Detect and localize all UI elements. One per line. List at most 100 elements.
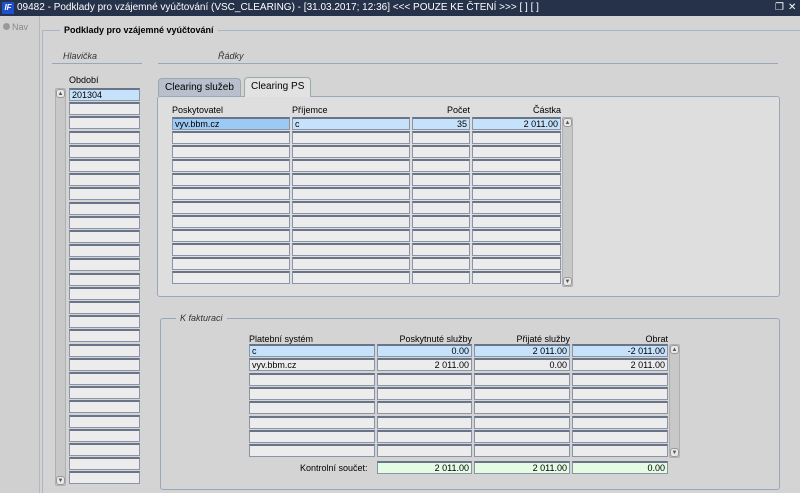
nav-radio-icon[interactable] [3, 23, 10, 30]
cell-payment-system[interactable]: vyv.bbm.cz [249, 358, 375, 372]
cell-recipient[interactable] [292, 131, 410, 144]
cell-provider[interactable] [172, 271, 290, 284]
cell-count[interactable] [412, 187, 470, 200]
cell-count[interactable] [412, 201, 470, 214]
cell-payment-system[interactable] [249, 415, 375, 429]
period-field[interactable] [69, 102, 140, 116]
cell-provided[interactable]: 2 011.00 [377, 358, 472, 372]
cell-count[interactable] [412, 271, 470, 284]
cell-turnover[interactable]: 2 011.00 [572, 358, 668, 372]
cell-amount[interactable] [472, 159, 561, 172]
cell-amount[interactable] [472, 229, 561, 242]
rows-scrollbar[interactable]: ▲ ▼ [562, 117, 573, 287]
cell-turnover[interactable] [572, 372, 668, 386]
nav-panel[interactable]: Nav [0, 16, 40, 493]
cell-provider[interactable] [172, 215, 290, 228]
period-field[interactable] [69, 201, 140, 215]
period-field[interactable] [69, 301, 140, 314]
scroll-up-icon[interactable]: ▲ [670, 345, 679, 354]
period-field[interactable]: 201304 [69, 88, 140, 101]
cell-count[interactable] [412, 173, 470, 186]
cell-turnover[interactable] [572, 401, 668, 415]
cell-amount[interactable] [472, 145, 561, 158]
cell-count[interactable] [412, 243, 470, 256]
scroll-down-icon[interactable]: ▼ [563, 277, 572, 286]
period-field[interactable] [69, 215, 140, 229]
cell-payment-system[interactable] [249, 429, 375, 443]
cell-recipient[interactable] [292, 159, 410, 172]
cell-provided[interactable] [377, 401, 472, 415]
cell-amount[interactable] [472, 173, 561, 186]
cell-count[interactable] [412, 257, 470, 270]
cell-recipient[interactable] [292, 257, 410, 270]
period-field[interactable] [69, 343, 140, 357]
period-field[interactable] [69, 471, 140, 485]
cell-payment-system[interactable] [249, 386, 375, 400]
cell-recipient[interactable] [292, 187, 410, 200]
cell-turnover[interactable] [572, 429, 668, 443]
cell-amount[interactable]: 2 011.00 [472, 117, 561, 130]
cell-amount[interactable] [472, 257, 561, 270]
scroll-up-icon[interactable]: ▲ [56, 89, 65, 98]
period-field[interactable] [69, 286, 140, 300]
period-scrollbar[interactable]: ▲ ▼ [55, 88, 66, 486]
period-field[interactable] [69, 187, 140, 201]
cell-amount[interactable] [472, 201, 561, 214]
period-field[interactable] [69, 130, 140, 144]
cell-recipient[interactable] [292, 215, 410, 228]
cell-amount[interactable] [472, 243, 561, 256]
cell-provided[interactable] [377, 429, 472, 443]
cell-provider[interactable] [172, 145, 290, 158]
cell-provided[interactable] [377, 372, 472, 386]
cell-provided[interactable] [377, 415, 472, 429]
cell-turnover[interactable] [572, 386, 668, 400]
cell-provider[interactable] [172, 131, 290, 144]
cell-received[interactable] [474, 415, 570, 429]
tab-clearing-ps[interactable]: Clearing PS [244, 77, 312, 97]
period-field[interactable] [69, 386, 140, 400]
cell-recipient[interactable] [292, 229, 410, 242]
cell-recipient[interactable] [292, 173, 410, 186]
cell-count[interactable]: 35 [412, 117, 470, 130]
period-field[interactable] [69, 258, 140, 272]
period-field[interactable] [69, 144, 140, 158]
period-field[interactable] [69, 230, 140, 243]
period-field[interactable] [69, 357, 140, 371]
cell-recipient[interactable] [292, 271, 410, 284]
cell-provider[interactable] [172, 187, 290, 200]
cell-received[interactable] [474, 429, 570, 443]
cell-count[interactable] [412, 159, 470, 172]
cell-payment-system[interactable]: c [249, 344, 375, 357]
cell-received[interactable] [474, 372, 570, 386]
cell-provider[interactable] [172, 243, 290, 256]
cell-recipient[interactable]: c [292, 117, 410, 130]
cell-turnover[interactable] [572, 415, 668, 429]
cell-count[interactable] [412, 131, 470, 144]
cell-provided[interactable] [377, 444, 472, 458]
tab-clearing-sluzeb[interactable]: Clearing služeb [158, 78, 241, 96]
cell-provider[interactable] [172, 159, 290, 172]
period-field[interactable] [69, 329, 140, 343]
period-field[interactable] [69, 272, 140, 286]
cell-provided[interactable]: 0.00 [377, 344, 472, 357]
cell-received[interactable]: 0.00 [474, 358, 570, 372]
period-field[interactable] [69, 428, 140, 442]
period-field[interactable] [69, 159, 140, 172]
period-field[interactable] [69, 443, 140, 456]
cell-amount[interactable] [472, 187, 561, 200]
cell-provider[interactable] [172, 173, 290, 186]
cell-received[interactable] [474, 386, 570, 400]
scroll-down-icon[interactable]: ▼ [56, 476, 65, 485]
period-field[interactable] [69, 244, 140, 258]
cell-provider[interactable] [172, 229, 290, 242]
cell-recipient[interactable] [292, 201, 410, 214]
cell-count[interactable] [412, 215, 470, 228]
cell-payment-system[interactable] [249, 372, 375, 386]
cell-provider[interactable] [172, 257, 290, 270]
cell-received[interactable] [474, 401, 570, 415]
cell-payment-system[interactable] [249, 444, 375, 458]
cell-provided[interactable] [377, 386, 472, 400]
restore-icon[interactable]: ❐ [775, 0, 784, 16]
scroll-down-icon[interactable]: ▼ [670, 448, 679, 457]
cell-received[interactable] [474, 444, 570, 458]
